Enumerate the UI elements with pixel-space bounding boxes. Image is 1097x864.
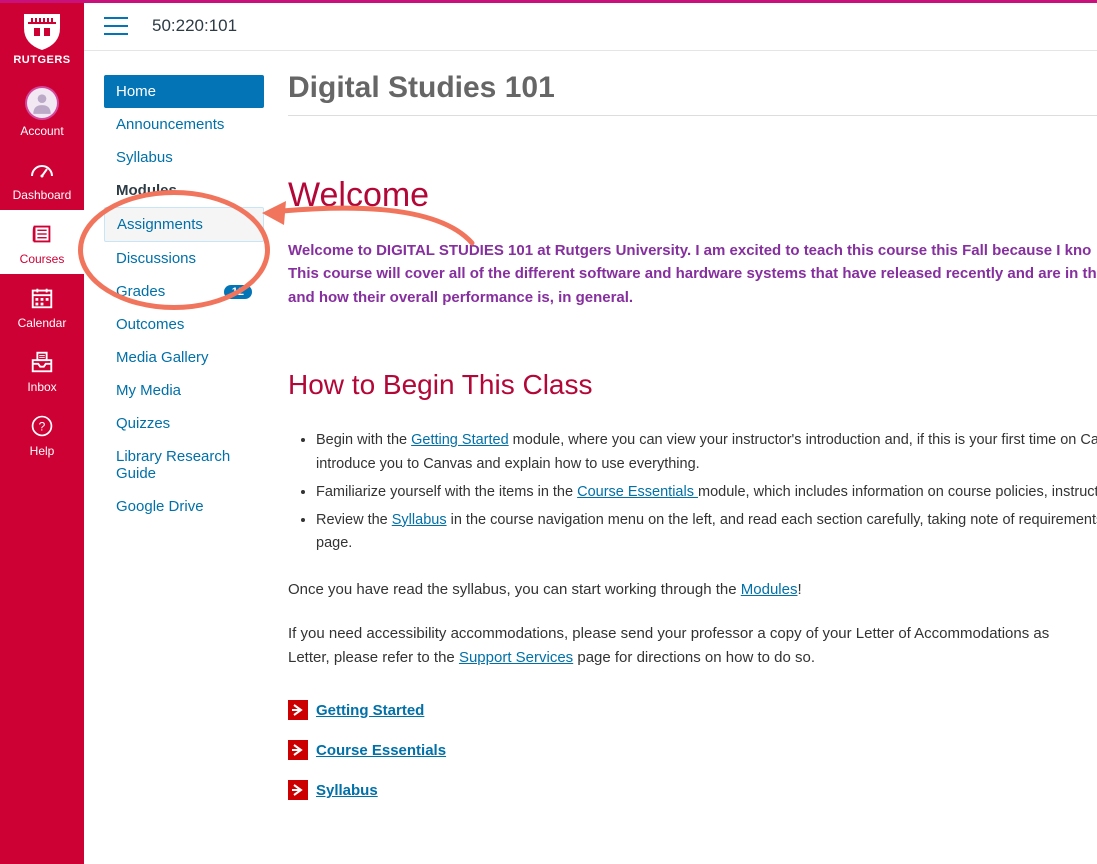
quicklink-syllabus[interactable]: Syllabus [316,782,378,799]
courses-icon [28,220,56,248]
list-item: Familiarize yourself with the items in t… [316,481,1097,505]
quicklink-row: Syllabus [288,780,1097,800]
course-nav-syllabus[interactable]: Syllabus [104,141,264,174]
quicklink-row: Getting Started [288,700,1097,720]
course-nav: Home Announcements Syllabus Modules Assi… [84,51,264,864]
course-nav-quizzes[interactable]: Quizzes [104,407,264,440]
quicklink-getting-started[interactable]: Getting Started [316,702,424,719]
link-syllabus[interactable]: Syllabus [392,512,447,528]
calendar-icon [28,284,56,312]
course-nav-modules[interactable]: Modules [104,174,264,207]
avatar-icon [25,86,59,120]
global-nav-help[interactable]: ? Help [0,402,84,466]
course-nav-media-gallery[interactable]: Media Gallery [104,341,264,374]
course-nav-outcomes[interactable]: Outcomes [104,308,264,341]
brand-text: RUTGERS [12,54,72,66]
page-content: Digital Studies 101 Welcome Welcome to D… [264,51,1097,864]
quick-links: Getting Started Course Essentials Syllab… [288,700,1097,800]
hamburger-menu-icon[interactable] [104,17,128,35]
course-nav-my-media[interactable]: My Media [104,374,264,407]
accessibility-paragraph: If you need accessibility accommodations… [288,622,1097,670]
welcome-heading: Welcome [288,176,1097,215]
link-support-services[interactable]: Support Services [459,649,573,666]
global-nav-inbox[interactable]: Inbox [0,338,84,402]
help-icon: ? [28,412,56,440]
dashboard-icon [28,156,56,184]
welcome-body: Welcome to DIGITAL STUDIES 101 at Rutger… [288,239,1097,309]
howto-heading: How to Begin This Class [288,369,1097,401]
quicklink-row: Course Essentials [288,740,1097,760]
rutgers-logo[interactable]: RUTGERS [12,12,72,66]
list-item: Begin with the Getting Started module, w… [316,429,1097,477]
breadcrumb[interactable]: 50:220:101 [152,16,237,36]
loading-bar [0,0,1097,3]
course-nav-google-drive[interactable]: Google Drive [104,490,264,523]
global-nav-calendar[interactable]: Calendar [0,274,84,338]
svg-text:?: ? [39,419,46,433]
link-modules[interactable]: Modules [741,581,798,598]
page-title: Digital Studies 101 [288,71,1097,105]
link-course-essentials[interactable]: Course Essentials [577,484,698,500]
list-item: Review the Syllabus in the course naviga… [316,509,1097,557]
divider [288,115,1097,116]
global-nav-account[interactable]: Account [0,76,84,146]
shield-icon [20,12,64,52]
course-nav-discussions[interactable]: Discussions [104,242,264,275]
course-nav-grades[interactable]: Grades12 [104,275,264,308]
course-nav-home[interactable]: Home [104,75,264,108]
global-nav-courses[interactable]: Courses [0,210,84,274]
arrow-right-icon [288,700,308,720]
arrow-right-icon [288,740,308,760]
modules-paragraph: Once you have read the syllabus, you can… [288,578,1097,602]
link-getting-started[interactable]: Getting Started [411,432,509,448]
howto-list: Begin with the Getting Started module, w… [316,429,1097,557]
course-nav-library-guide[interactable]: Library Research Guide [104,440,264,490]
grades-badge: 12 [224,285,252,299]
global-nav-dashboard[interactable]: Dashboard [0,146,84,210]
arrow-right-icon [288,780,308,800]
course-nav-announcements[interactable]: Announcements [104,108,264,141]
inbox-icon [28,348,56,376]
quicklink-course-essentials[interactable]: Course Essentials [316,742,446,759]
course-nav-assignments[interactable]: Assignments [104,207,264,242]
breadcrumb-bar: 50:220:101 [84,0,1097,51]
global-nav: RUTGERS Account Dashboard Courses Calend [0,0,84,864]
